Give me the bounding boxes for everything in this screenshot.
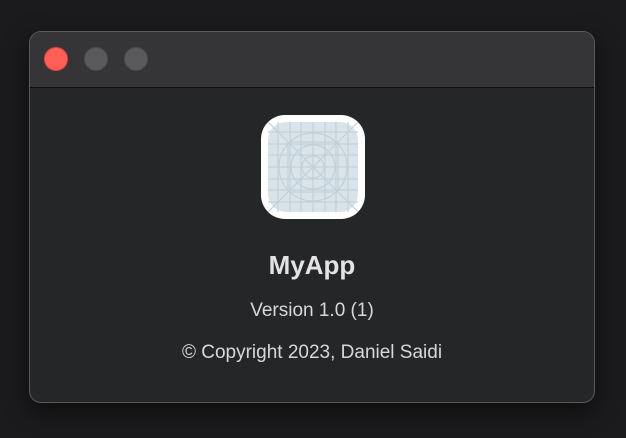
app-icon-placeholder-graphic [268,122,358,212]
title-bar[interactable] [30,32,594,88]
app-name: MyApp [268,250,356,280]
zoom-icon[interactable] [124,47,148,71]
version-label: Version 1.0 (1) [250,300,374,321]
copyright-label: © Copyright 2023, Daniel Saidi [181,342,443,363]
minimize-icon[interactable] [84,47,108,71]
close-icon[interactable] [44,47,68,71]
about-window: MyApp Version 1.0 (1) © Copyright 2023, … [29,31,595,403]
app-icon [261,115,365,219]
